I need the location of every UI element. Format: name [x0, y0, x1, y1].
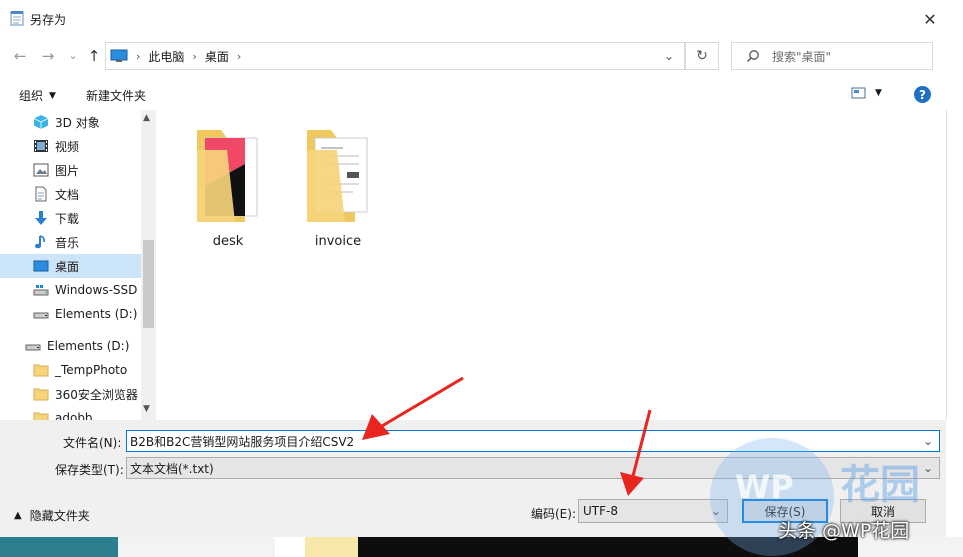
- content-edge: [946, 110, 947, 420]
- encoding-select[interactable]: UTF-8 ⌄: [578, 499, 728, 523]
- breadcrumb-this-pc[interactable]: 此电脑: [148, 48, 184, 65]
- folder-icon: [307, 130, 368, 222]
- forward-button[interactable]: →: [37, 45, 59, 67]
- watermark-text: 花园: [840, 462, 920, 508]
- breadcrumb-separator: ›: [192, 49, 197, 63]
- breadcrumb-separator: ›: [236, 49, 242, 63]
- chevron-down-icon[interactable]: ⌄: [923, 461, 933, 475]
- picture-icon: [33, 163, 49, 177]
- video-icon: [34, 140, 48, 152]
- search-box[interactable]: 搜索"桌面": [731, 42, 933, 70]
- window-title: 另存为: [30, 13, 67, 27]
- caret-down-icon: ▼: [49, 90, 56, 101]
- title-bar: [0, 0, 963, 36]
- address-bar[interactable]: › 此电脑 › 桌面 › ⌄: [105, 42, 685, 70]
- sidebar-item-desktop[interactable]: 桌面: [0, 254, 156, 278]
- drive-icon: [33, 312, 49, 319]
- computer-icon: [110, 49, 128, 62]
- sidebar-item-label: 图片: [55, 163, 80, 178]
- desktop-icon: [33, 260, 49, 272]
- folder-icon: [197, 130, 258, 222]
- caret-down-icon: ▼: [875, 88, 882, 98]
- sidebar-item-label: 文档: [55, 187, 80, 202]
- drive-icon: [25, 344, 41, 351]
- scroll-up-icon[interactable]: ▲: [143, 113, 150, 123]
- filetype-label: 保存类型(T):: [55, 463, 124, 477]
- music-icon: [35, 235, 45, 249]
- sidebar-item-elements-d[interactable]: Elements (D:): [0, 302, 156, 326]
- help-icon[interactable]: ?: [914, 86, 931, 103]
- document-icon: [35, 186, 47, 202]
- view-options-button[interactable]: ▼: [851, 86, 882, 100]
- chevron-up-icon: ▲: [14, 510, 22, 521]
- sidebar-scrollbar-thumb[interactable]: [143, 240, 154, 328]
- notepad-icon: [10, 11, 24, 26]
- sidebar-item-music[interactable]: 音乐: [0, 230, 156, 254]
- folder-item-invoice[interactable]: invoice: [293, 128, 383, 252]
- recent-locations-button[interactable]: ⌄: [62, 44, 84, 66]
- sidebar-item-pictures[interactable]: 图片: [0, 158, 156, 182]
- breadcrumb-desktop[interactable]: 桌面: [205, 48, 229, 65]
- scroll-down-icon[interactable]: ▼: [143, 404, 150, 414]
- sidebar-item-label: 音乐: [55, 235, 80, 250]
- folder-icon: [33, 364, 49, 377]
- search-input[interactable]: 搜索"桌面": [772, 48, 831, 65]
- folder-icon: [33, 412, 49, 420]
- sidebar-item-label: adobb: [55, 411, 93, 420]
- sidebar-item-3d-objects[interactable]: 3D 对象: [0, 110, 156, 134]
- sidebar-item-label: 视频: [55, 139, 80, 154]
- hide-folders-toggle[interactable]: ▲ 隐藏文件夹: [14, 507, 90, 524]
- file-name: desk: [212, 234, 244, 249]
- sidebar-item-downloads[interactable]: 下载: [0, 206, 156, 230]
- sidebar-item-label: Windows-SSD: [55, 283, 138, 297]
- breadcrumb-separator: ›: [136, 49, 141, 63]
- sidebar-item-label: 桌面: [55, 259, 80, 274]
- file-name: invoice: [314, 234, 362, 249]
- sidebar-item-label: Elements (D:): [47, 339, 130, 353]
- sidebar-item-label: 下载: [55, 211, 80, 226]
- sidebar-item-label: Elements (D:): [55, 307, 138, 321]
- sidebar-item-videos[interactable]: 视频: [0, 134, 156, 158]
- encoding-value: UTF-8: [583, 504, 618, 518]
- sidebar-item-label: _TempPhoto: [55, 363, 128, 377]
- drive-icon: [33, 285, 49, 296]
- watermark-caption: 头条 @WP花园: [778, 520, 910, 542]
- file-list[interactable]: desk invoice: [156, 110, 946, 420]
- sidebar-item-documents[interactable]: 文档: [0, 182, 156, 206]
- folder-item-desk[interactable]: desk: [183, 128, 273, 252]
- sidebar-item-adobb[interactable]: adobb: [0, 406, 156, 420]
- encoding-label: 编码(E):: [531, 507, 576, 521]
- organize-menu[interactable]: 组织 ▼: [19, 87, 56, 104]
- navigation-pane[interactable]: 3D 对象 视频 图片 文档 下载 音乐 桌面 Windows-SSD Elem…: [0, 110, 156, 420]
- folder-icon: [33, 388, 49, 401]
- sidebar-item-temp-photo[interactable]: _TempPhoto: [0, 358, 156, 382]
- sidebar-item-elements-d-root[interactable]: Elements (D:): [0, 334, 156, 358]
- new-folder-button[interactable]: 新建文件夹: [86, 87, 146, 104]
- search-icon: [746, 50, 759, 63]
- close-button[interactable]: ✕: [912, 6, 948, 32]
- hide-folders-label: 隐藏文件夹: [29, 509, 90, 523]
- address-dropdown-icon[interactable]: ⌄: [664, 49, 674, 63]
- sidebar-item-label: 3D 对象: [55, 115, 100, 130]
- filetype-value: 文本文档(*.txt): [130, 461, 214, 476]
- filename-value: B2B和B2C营销型网站服务项目介绍CSV2: [130, 434, 355, 449]
- sidebar-item-360-browser[interactable]: 360安全浏览器: [0, 382, 156, 406]
- view-icon: [851, 87, 866, 99]
- filename-input[interactable]: B2B和B2C营销型网站服务项目介绍CSV2 ⌄: [126, 430, 940, 452]
- organize-label: 组织: [19, 89, 44, 103]
- cube-3d-icon: [33, 115, 49, 129]
- refresh-button[interactable]: ↻: [685, 42, 719, 70]
- watermark-wp-mark: WP: [735, 468, 794, 506]
- download-icon: [35, 211, 47, 225]
- filename-label: 文件名(N):: [63, 436, 122, 450]
- sidebar-item-windows-ssd[interactable]: Windows-SSD: [0, 278, 156, 302]
- chevron-down-icon[interactable]: ⌄: [923, 434, 933, 448]
- back-button[interactable]: ←: [9, 45, 31, 67]
- up-button[interactable]: ↑: [83, 45, 105, 67]
- sidebar-item-label: 360安全浏览器: [55, 387, 138, 402]
